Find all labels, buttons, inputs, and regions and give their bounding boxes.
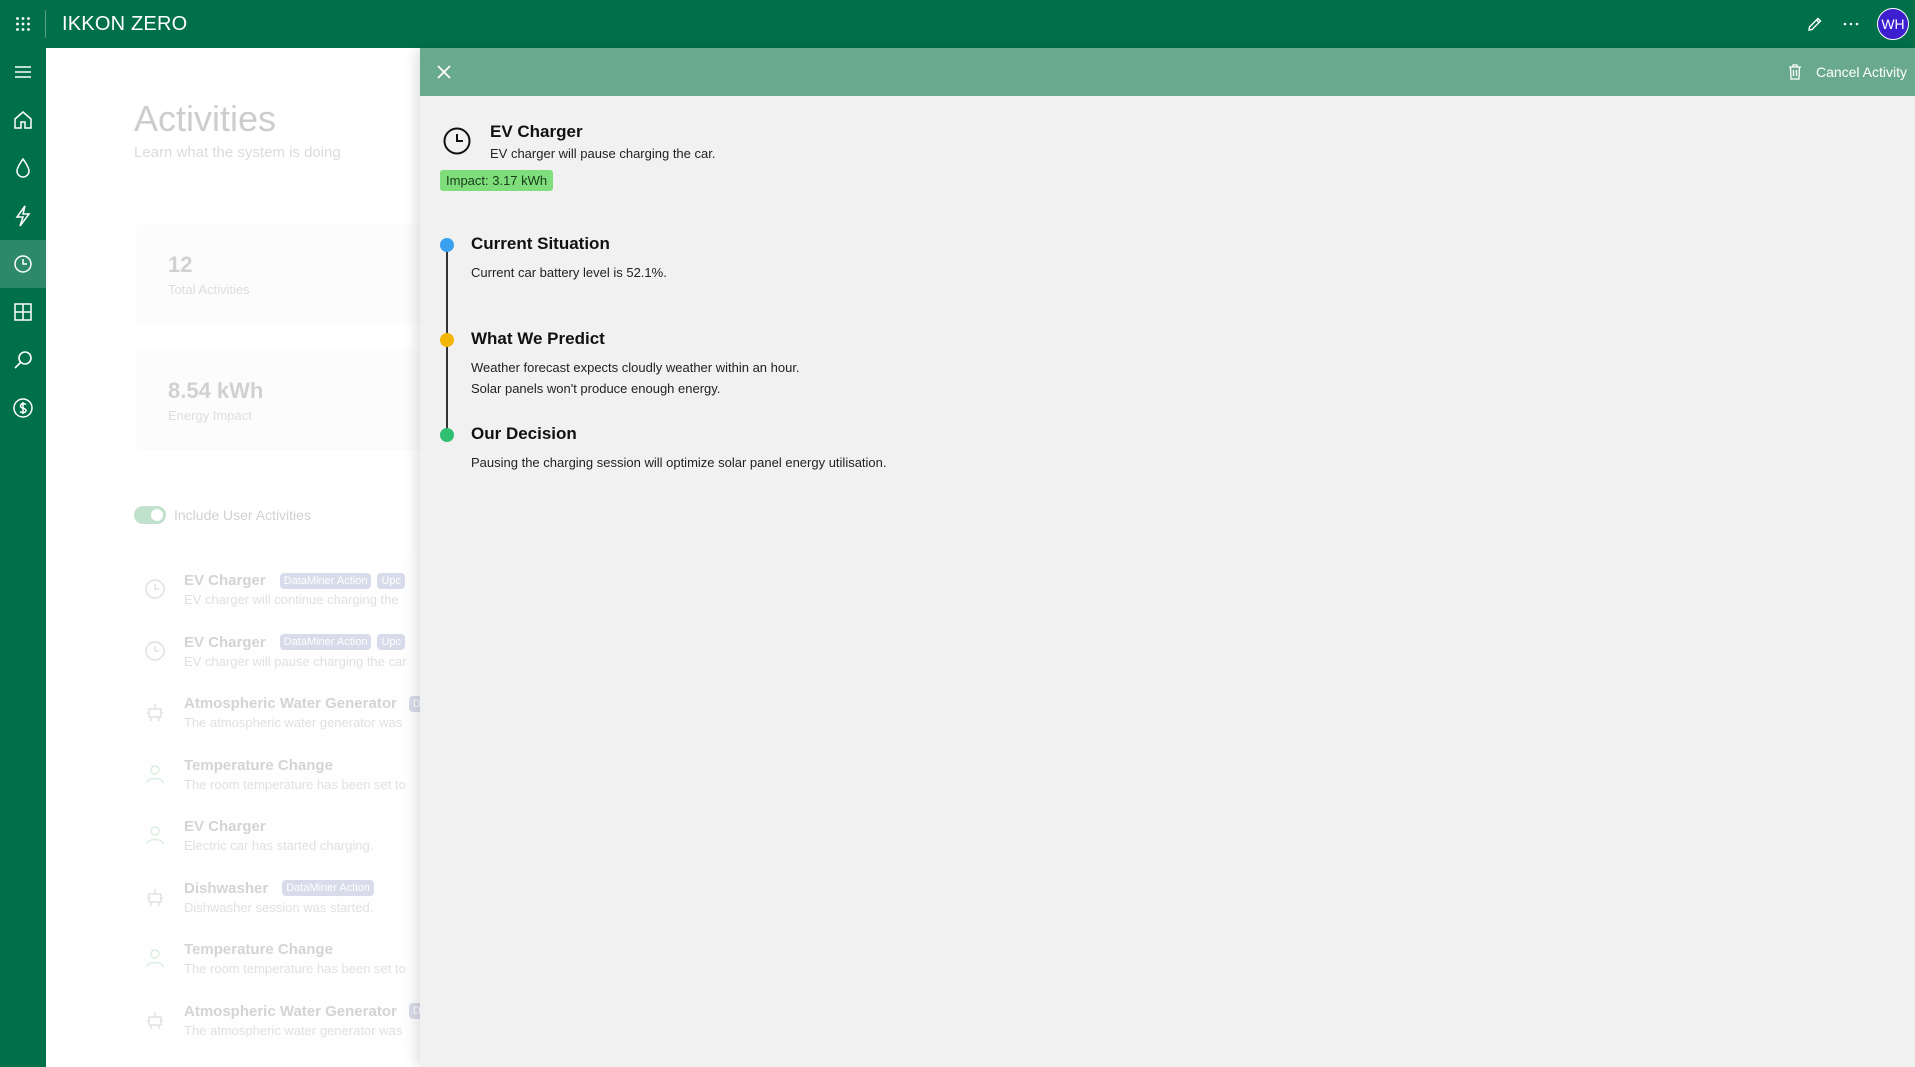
left-nav-rail (0, 48, 46, 1067)
timeline-dot-decision (440, 428, 454, 442)
activity-detail-panel: Cancel Activity EV Charger EV charger wi… (420, 48, 1915, 1067)
pencil-icon (1808, 17, 1822, 31)
dollar-icon (13, 398, 33, 418)
rail-menu[interactable] (0, 48, 46, 96)
activity-title: EV Charger (490, 122, 583, 141)
apps-grid-icon (15, 17, 30, 31)
panel-header: Cancel Activity (420, 48, 1915, 96)
search-icon (14, 351, 32, 369)
cancel-activity-button[interactable]: Cancel Activity (1788, 48, 1907, 96)
timeline-text: Solar panels won't produce enough energy… (471, 381, 721, 396)
impact-badge: Impact: 3.17 kWh (440, 170, 554, 191)
timeline-title: Our Decision (471, 424, 577, 443)
menu-icon (15, 66, 31, 78)
user-avatar[interactable]: WH (1877, 8, 1909, 40)
more-button[interactable] (1833, 0, 1869, 48)
edit-button[interactable] (1797, 0, 1833, 48)
water-drop-icon (16, 158, 30, 178)
timeline-text: Current car battery level is 52.1%. (471, 265, 667, 280)
rail-energy[interactable] (0, 192, 46, 240)
clock-icon (14, 255, 32, 273)
activity-description: EV charger will pause charging the car. (490, 146, 716, 161)
app-title: IKKON ZERO (62, 12, 188, 35)
clock-icon (443, 127, 471, 155)
apps-grid-button[interactable] (0, 10, 46, 38)
close-panel-button[interactable] (420, 48, 468, 96)
top-right-actions: WH (1797, 0, 1915, 48)
rail-activities[interactable] (0, 240, 46, 288)
rail-dashboard[interactable] (0, 288, 46, 336)
trash-icon (1788, 64, 1802, 80)
rail-search[interactable] (0, 336, 46, 384)
timeline-text: Pausing the charging session will optimi… (471, 455, 887, 470)
cancel-activity-label: Cancel Activity (1815, 64, 1907, 80)
grid-icon (14, 303, 32, 321)
timeline-title: Current Situation (471, 234, 610, 253)
rail-water[interactable] (0, 144, 46, 192)
more-icon (1843, 22, 1859, 26)
activity-header: EV Charger EV charger will pause chargin… (442, 122, 715, 161)
timeline-dot-predict (440, 333, 454, 347)
top-bar: IKKON ZERO WH (0, 0, 1915, 48)
rail-finance[interactable] (0, 384, 46, 432)
timeline-text: Weather forecast expects cloudly weather… (471, 360, 800, 375)
rail-home[interactable] (0, 96, 46, 144)
lightning-icon (15, 205, 31, 227)
timeline-title: What We Predict (471, 329, 605, 348)
timeline-dot-current (440, 238, 454, 252)
home-icon (14, 111, 32, 129)
close-icon (437, 65, 451, 79)
